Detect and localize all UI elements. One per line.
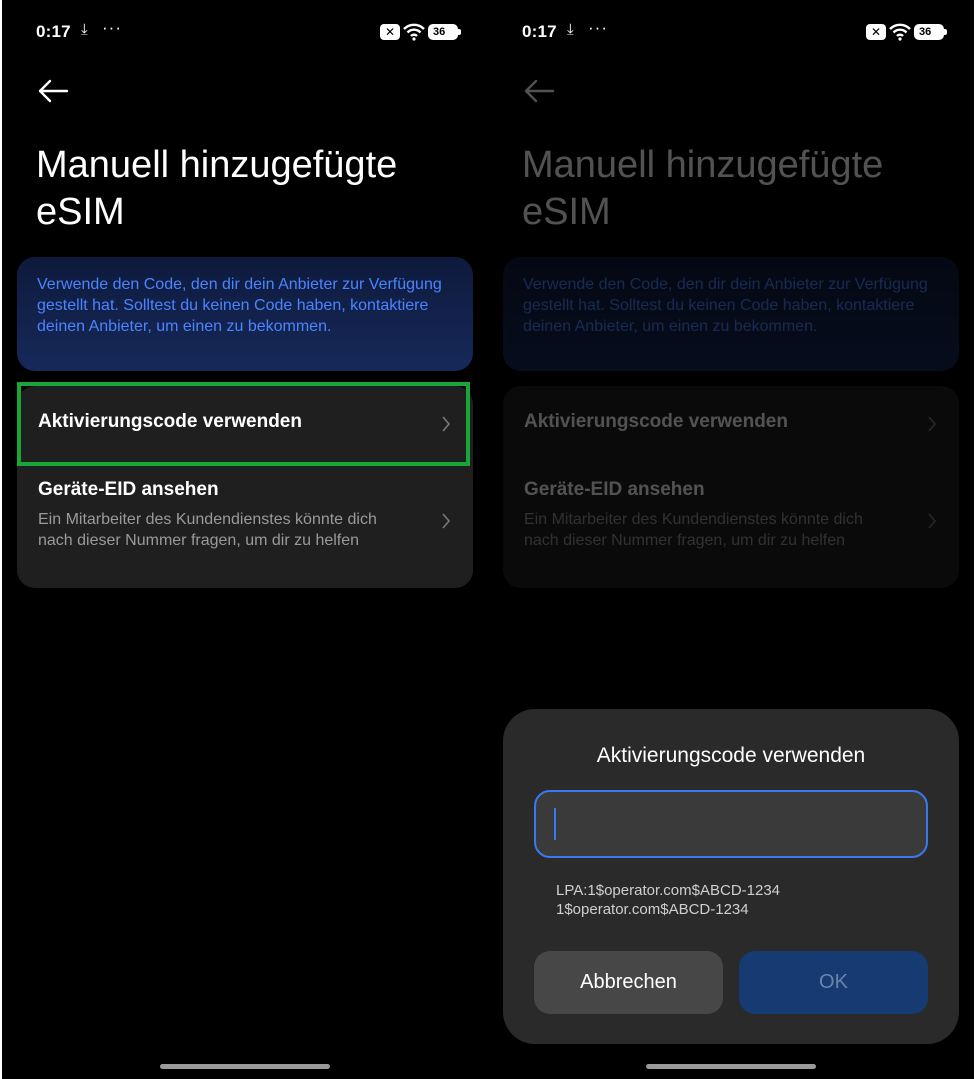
battery-icon: 36 — [428, 24, 461, 40]
cancel-button[interactable]: Abbrechen — [534, 951, 723, 1014]
item-label: Aktivierungscode verwenden — [38, 411, 302, 432]
text-cursor — [554, 808, 556, 840]
info-text: Verwende den Code, den dir dein Anbieter… — [523, 276, 928, 335]
home-indicator[interactable] — [646, 1064, 816, 1069]
view-device-eid-item: Geräte-EID ansehen Ein Mitarbeiter des K… — [503, 468, 959, 588]
back-arrow-icon[interactable] — [36, 76, 70, 106]
use-activation-code-item: Aktivierungscode verwenden — [503, 386, 959, 464]
info-card: Verwende den Code, den dir dein Anbieter… — [503, 257, 959, 371]
hint-line-1: LPA:1$operator.com$ABCD-1234 — [556, 882, 781, 899]
item-subtitle: Ein Mitarbeiter des Kundendienstes könnt… — [524, 511, 863, 549]
options-list: Aktivierungscode verwenden Geräte-EID an… — [503, 386, 959, 588]
status-time: 0:17 — [36, 22, 71, 41]
settings-screen: 0:17 ⤓ ··· ✕ 36 Manuell hinzugefügte eSI… — [2, 0, 488, 1079]
battery-level: 36 — [433, 26, 446, 38]
item-label: Geräte-EID ansehen — [38, 479, 219, 500]
view-device-eid-item[interactable]: Geräte-EID ansehen Ein Mitarbeiter des K… — [17, 468, 473, 588]
chevron-right-icon — [928, 513, 937, 529]
dialog-title: Aktivierungscode verwenden — [596, 744, 866, 767]
sim-x-icon: ✕ — [380, 24, 400, 40]
more-icon: ··· — [102, 18, 122, 37]
page-title: Manuell hinzugefügte eSIM — [36, 144, 398, 233]
item-label: Geräte-EID ansehen — [524, 479, 705, 500]
use-activation-code-item[interactable]: Aktivierungscode verwenden — [17, 386, 473, 464]
format-hint: LPA:1$operator.com$ABCD-1234 1$operator.… — [556, 881, 780, 919]
activation-code-input[interactable] — [534, 790, 928, 858]
item-subtitle: Ein Mitarbeiter des Kundendienstes könnt… — [38, 511, 377, 549]
page-title: Manuell hinzugefügte eSIM — [522, 144, 884, 233]
activation-dialog-screen: 0:17 ⤓ ··· ✕ 36 Manuell hinzugefügte eSI… — [488, 0, 974, 1079]
info-card: Verwende den Code, den dir dein Anbieter… — [17, 257, 473, 371]
chevron-right-icon — [442, 513, 451, 529]
item-label: Aktivierungscode verwenden — [524, 411, 788, 432]
back-arrow-icon — [524, 79, 555, 103]
chevron-right-icon — [928, 416, 937, 432]
status-bar: 0:17 ⤓ ··· ✕ 36 — [36, 18, 461, 44]
info-text: Verwende den Code, den dir dein Anbieter… — [37, 276, 442, 335]
wifi-icon — [403, 23, 425, 41]
ok-button[interactable]: OK — [739, 951, 928, 1014]
chevron-right-icon — [442, 416, 451, 432]
options-list: Aktivierungscode verwenden Geräte-EID an… — [17, 386, 473, 588]
activation-code-dialog: Aktivierungscode verwenden LPA:1$operato… — [503, 709, 959, 1044]
download-icon: ⤓ — [81, 21, 88, 38]
hint-line-2: 1$operator.com$ABCD-1234 — [556, 901, 749, 918]
home-indicator[interactable] — [160, 1064, 330, 1069]
